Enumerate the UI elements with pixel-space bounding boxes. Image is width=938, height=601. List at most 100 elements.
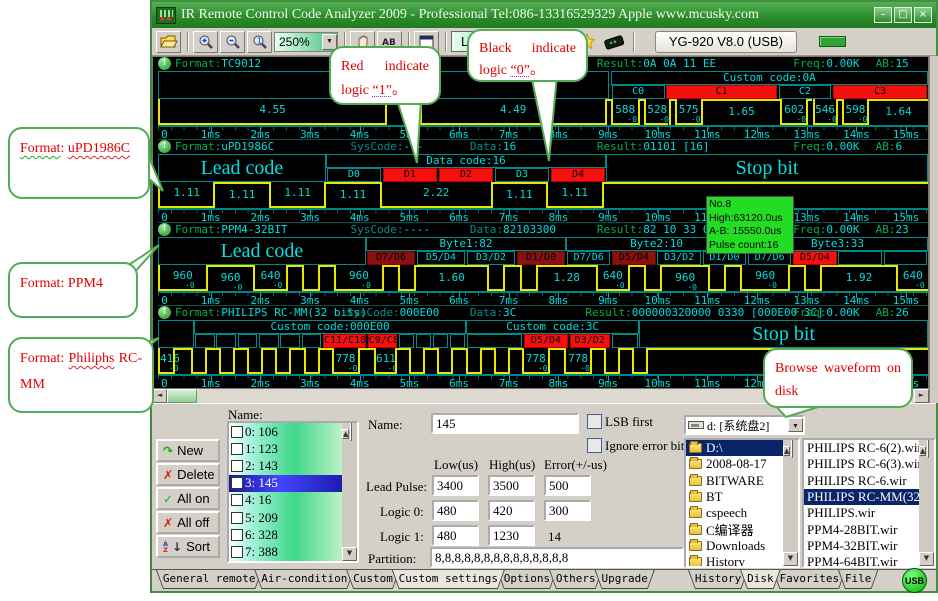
tab-custom[interactable]: Custom — [346, 570, 400, 589]
folder-item[interactable]: C编译器 — [686, 521, 798, 537]
scroll-down-icon[interactable]: ▼ — [919, 552, 934, 566]
lsb-first-label: LSB first — [605, 414, 653, 430]
lead-pulse-error-input[interactable] — [544, 475, 591, 496]
waveform-segment — [466, 348, 480, 374]
list-item[interactable]: 3: 145 — [229, 475, 342, 492]
folder-item[interactable]: BITWARE — [686, 473, 798, 489]
logic0-error-input[interactable] — [544, 500, 591, 521]
file-item[interactable]: PHILIPS RC-6(3).wir — [804, 456, 934, 472]
list-item[interactable]: 4: 16 — [229, 492, 342, 509]
file-item[interactable]: PPM4-64BIT.wir — [804, 554, 934, 568]
folder-item[interactable]: D:\ — [686, 440, 798, 456]
file-item[interactable]: PHILIPS.wir — [804, 505, 934, 521]
logic1-low-input[interactable] — [432, 525, 479, 546]
lead-pulse-high-input[interactable] — [488, 475, 535, 496]
scrollbar-thumb[interactable] — [927, 439, 929, 458]
list-scrollbar[interactable]: ▲▼ — [919, 440, 934, 566]
scroll-down-icon[interactable]: ▼ — [783, 552, 798, 566]
file-item[interactable]: PPM4-28BIT.wir — [804, 521, 934, 537]
info-value: 0.00K — [826, 306, 859, 319]
checkbox-icon[interactable] — [231, 460, 243, 472]
button-all-on[interactable]: ✓All on — [156, 487, 220, 510]
file-item[interactable]: PHILIPS RC-6(2).wir — [804, 440, 934, 456]
scroll-up-icon[interactable]: ▲ — [342, 429, 349, 439]
list-item[interactable]: 0: 106 — [229, 423, 342, 440]
button-all-off[interactable]: ✗All off — [156, 511, 220, 534]
device-button[interactable]: YG-920 V8.0 (USB) — [655, 31, 797, 53]
scroll-up-icon[interactable]: ↑ — [158, 223, 171, 236]
checkbox-icon[interactable] — [231, 546, 243, 558]
scrollbar-thumb[interactable] — [350, 422, 352, 441]
folder-item[interactable]: BT — [686, 489, 798, 505]
scroll-up-icon[interactable]: ↑ — [158, 306, 171, 319]
tab-upgrade[interactable]: Upgrade — [595, 570, 655, 589]
list-item[interactable]: 5: 209 — [229, 509, 342, 526]
tab-options[interactable]: Options — [497, 570, 557, 589]
scroll-up-icon[interactable]: ▲ — [783, 446, 790, 456]
tab-custom-settings[interactable]: Custom settings — [392, 570, 505, 589]
zoom-in-button[interactable] — [193, 31, 218, 53]
logic0-low-input[interactable] — [432, 500, 479, 521]
name-input[interactable] — [431, 413, 579, 434]
checkbox-icon[interactable] — [231, 443, 243, 455]
scroll-down-icon[interactable]: ▼ — [342, 547, 357, 561]
button-new[interactable]: ↷New — [156, 439, 220, 462]
folder-item[interactable]: cspeech — [686, 505, 798, 521]
scrollbar-thumb[interactable] — [791, 439, 793, 458]
drive-selector-combo[interactable]: d: [系统盘2] ▼ — [684, 415, 805, 435]
scroll-up-icon[interactable]: ↑ — [158, 140, 171, 153]
scroll-left-icon[interactable]: ◄ — [152, 389, 167, 403]
logic1-high-input[interactable] — [488, 525, 535, 546]
scroll-right-icon[interactable]: ► — [914, 389, 929, 403]
vertical-scrollbar[interactable] — [929, 56, 938, 403]
tab-general-remote[interactable]: General remote — [156, 570, 262, 589]
list-item[interactable]: 7: 388 — [229, 543, 342, 560]
callout-text: : — [60, 141, 67, 156]
button-delete[interactable]: ✗Delete — [156, 463, 220, 486]
list-item[interactable]: 2: 143 — [229, 457, 342, 474]
info-value: 6 — [896, 140, 903, 153]
logic0-high-input[interactable] — [488, 500, 535, 521]
ignore-error-checkbox[interactable] — [587, 438, 602, 453]
list-scrollbar[interactable]: ▲▼ — [783, 440, 798, 566]
file-item[interactable]: PHILIPS RC-MM(32 — [804, 489, 934, 505]
tab-air-condition[interactable]: Air-condition — [254, 570, 354, 589]
file-item[interactable]: PPM4-32BIT.wir — [804, 538, 934, 554]
tab-favorites[interactable]: Favorites — [773, 570, 846, 589]
lsb-first-checkbox[interactable] — [587, 414, 602, 429]
checkbox-icon[interactable] — [231, 494, 243, 506]
tab-file[interactable]: File — [838, 570, 878, 589]
close-button[interactable]: × — [914, 7, 932, 23]
checkbox-icon[interactable] — [231, 477, 243, 489]
list-item[interactable]: 6: 328 — [229, 526, 342, 543]
tab-history[interactable]: History — [688, 570, 748, 589]
waveform-segment: 1.11 — [324, 182, 379, 208]
file-item[interactable]: PHILIPS RC-6.wir — [804, 473, 934, 489]
folder-item[interactable]: Downloads — [686, 538, 798, 554]
tab-others[interactable]: Others — [549, 570, 603, 589]
scroll-up-icon[interactable]: ▲ — [919, 446, 926, 456]
waveform-header: Custom code:000E00C11/C10C9/C8Custom cod… — [158, 320, 928, 348]
lead-pulse-low-input[interactable] — [432, 475, 479, 496]
zoom-actual-button[interactable]: 1 — [247, 31, 272, 53]
button-sort[interactable]: AZ↓Sort — [156, 535, 220, 558]
zoom-out-button[interactable] — [220, 31, 245, 53]
scrollbar-thumb[interactable] — [167, 389, 197, 403]
minimize-button[interactable]: – — [874, 7, 892, 23]
remote-button[interactable] — [602, 31, 627, 53]
checkbox-icon[interactable] — [231, 512, 243, 524]
partition-input[interactable] — [430, 547, 684, 568]
open-file-button[interactable] — [156, 31, 181, 53]
scroll-up-icon[interactable]: ↑ — [158, 57, 171, 70]
drive-dropdown-icon[interactable]: ▼ — [788, 418, 803, 432]
maximize-button[interactable]: □ — [894, 7, 912, 23]
folder-item[interactable]: 2008-08-17 — [686, 456, 798, 472]
tab-disk[interactable]: Disk — [740, 570, 780, 589]
list-item[interactable]: 1: 123 — [229, 440, 342, 457]
list-scrollbar[interactable]: ▲▼ — [342, 423, 357, 561]
waveform-segment — [480, 348, 494, 374]
checkbox-icon[interactable] — [231, 426, 243, 438]
folder-item[interactable]: History — [686, 554, 798, 568]
zoom-level-combo[interactable]: 250% ▼ — [274, 32, 338, 52]
checkbox-icon[interactable] — [231, 529, 243, 541]
